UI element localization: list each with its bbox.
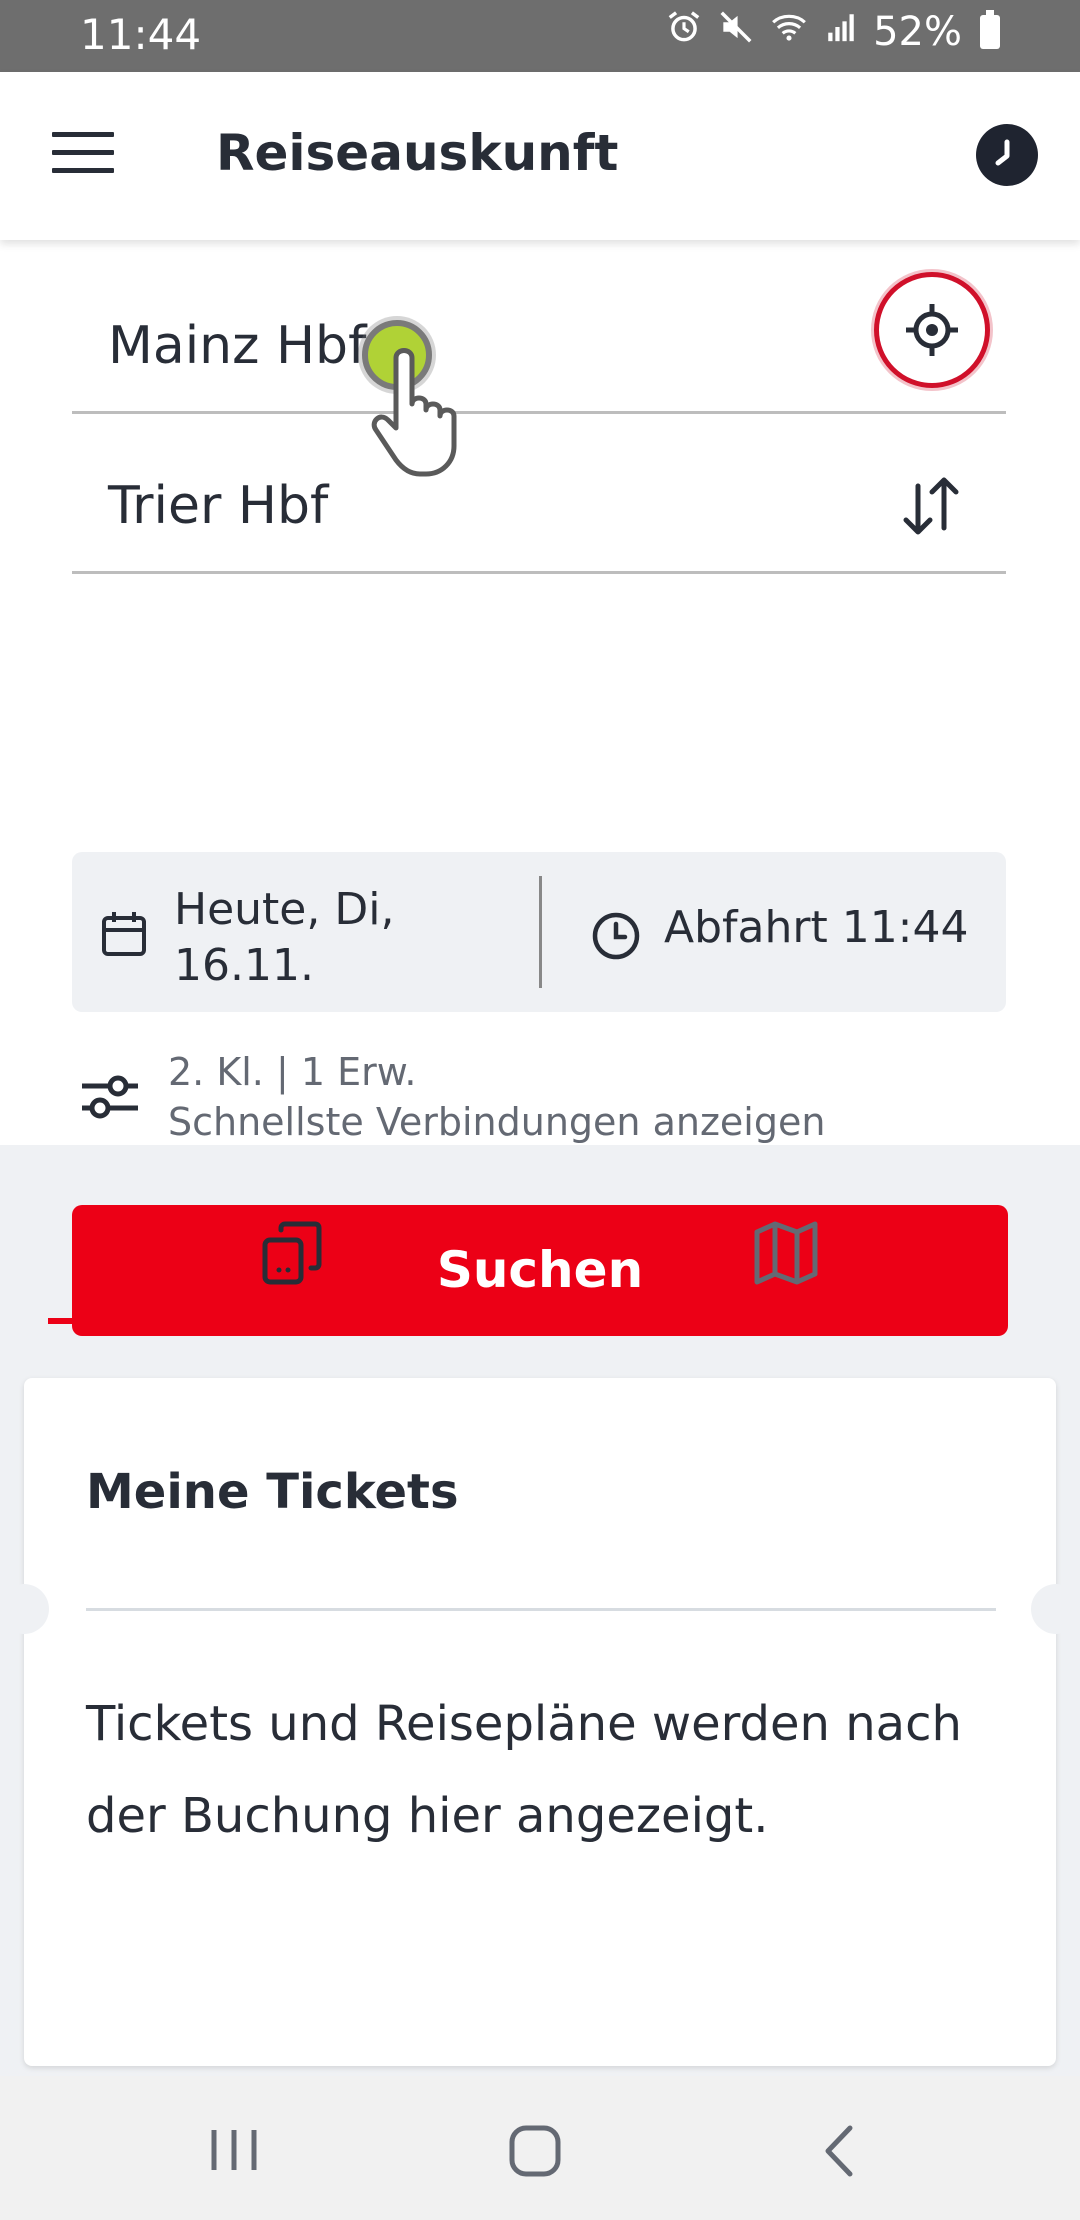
tickets-card: Meine Tickets Tickets und Reisepläne wer…	[0, 1378, 1080, 2066]
tab-map[interactable]	[540, 1145, 1032, 1325]
status-bar: 11:44 52%	[0, 0, 1080, 72]
from-field[interactable]: Mainz Hbf	[72, 240, 1006, 414]
hamburger-icon-line	[52, 150, 114, 155]
from-field-value: Mainz Hbf	[108, 316, 367, 376]
clock-icon	[995, 139, 1010, 166]
date-time-selector: Heute, Di, 16.11. Abfahrt 11:44	[72, 852, 1006, 1012]
back-button[interactable]	[800, 2116, 880, 2186]
date-selector[interactable]: Heute, Di, 16.11.	[72, 852, 539, 1012]
tickets-card-message: Tickets und Reisepläne werden nach der B…	[86, 1696, 962, 1844]
date-label-line1: Heute, Di,	[174, 884, 395, 935]
time-selector[interactable]: Abfahrt 11:44	[542, 852, 1006, 1012]
tickets-card-divider	[86, 1608, 996, 1611]
options-class-passengers: 2. Kl. | 1 Erw.	[168, 1050, 417, 1094]
travel-options[interactable]: 2. Kl. | 1 Erw. Schnellste Verbindungen …	[72, 1050, 1006, 1150]
active-tab-indicator	[48, 1318, 540, 1324]
date-label-line2: 16.11.	[174, 940, 314, 991]
departure-time-label: Abfahrt 11:44	[664, 902, 969, 953]
page-title: Reiseauskunft	[216, 124, 619, 182]
hamburger-icon-line	[52, 132, 114, 137]
history-button[interactable]	[976, 124, 1038, 186]
alarm-icon	[665, 8, 703, 55]
options-description: Schnellste Verbindungen anzeigen	[168, 1100, 826, 1144]
home-button[interactable]	[496, 2116, 576, 2186]
ticket-notch-right	[1031, 1584, 1080, 1634]
to-field[interactable]: Trier Hbf	[72, 414, 1006, 574]
app-bar: Reiseauskunft	[0, 72, 1080, 240]
swap-button[interactable]	[890, 466, 970, 546]
recents-icon	[211, 2130, 257, 2170]
ticket-notch-left	[0, 1584, 49, 1634]
status-icons: 52%	[665, 8, 1000, 55]
map-icon	[754, 1221, 818, 1285]
battery-percent: 52%	[873, 8, 962, 55]
recents-button[interactable]	[194, 2116, 274, 2186]
swap-arrows-icon	[903, 477, 959, 535]
crosshair-icon	[906, 304, 958, 356]
home-icon	[509, 2125, 561, 2177]
date-label: Heute, Di, 16.11.	[174, 882, 394, 994]
menu-button[interactable]	[52, 132, 114, 178]
hamburger-icon-line	[52, 168, 114, 173]
sliders-icon	[82, 1075, 138, 1119]
calendar-icon	[102, 912, 146, 956]
system-nav-bar	[0, 2076, 1080, 2220]
mute-icon	[717, 8, 755, 55]
search-panel: Mainz Hbf Trier Hbf Heute, Di, 16.11. Ab…	[0, 240, 1080, 1336]
signal-icon	[823, 10, 859, 53]
current-location-button[interactable]	[874, 272, 990, 388]
to-field-value: Trier Hbf	[108, 476, 329, 536]
battery-icon	[980, 9, 1000, 49]
tickets-icon	[262, 1221, 322, 1285]
wifi-icon	[769, 8, 809, 55]
tickets-card-title: Meine Tickets	[86, 1464, 459, 1520]
status-time: 11:44	[80, 10, 202, 59]
tab-tickets[interactable]	[48, 1145, 540, 1325]
back-icon	[825, 2125, 853, 2177]
clock-icon	[592, 912, 640, 960]
bottom-tabs	[0, 1145, 1080, 1325]
